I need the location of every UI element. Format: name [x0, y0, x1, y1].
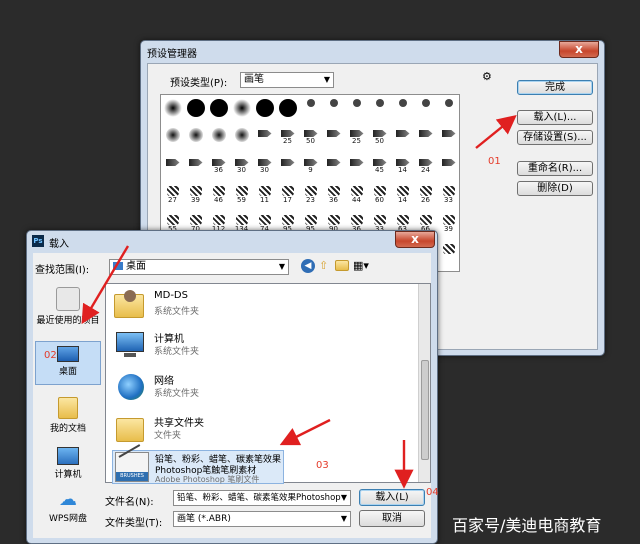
arrow-to-desktop	[81, 245, 130, 325]
step-annotation: 02	[44, 350, 57, 361]
arrow-to-brush-file	[279, 418, 331, 446]
step-annotation: 03	[316, 460, 329, 471]
step-annotation: 04	[426, 487, 439, 498]
watermark-text: 百家号/美迪电商教育	[452, 516, 602, 535]
arrow-to-load-button	[475, 114, 517, 149]
step-annotation: 01	[488, 156, 501, 167]
